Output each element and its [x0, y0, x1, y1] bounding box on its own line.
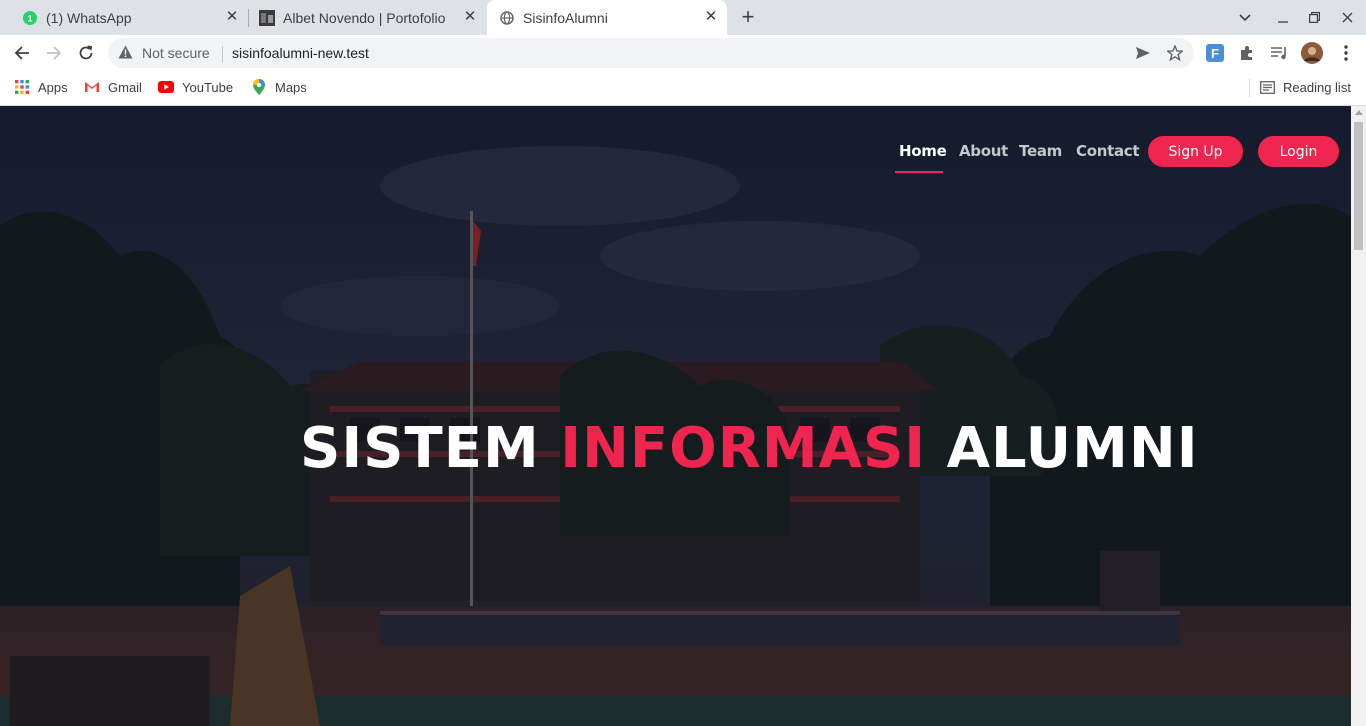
bookmark-label: Maps	[275, 79, 307, 95]
nav-contact[interactable]: Contact	[1076, 142, 1140, 160]
tab-title: SisinfoAlumni	[523, 9, 608, 26]
nav-about[interactable]: About	[959, 142, 1008, 160]
bookmark-apps[interactable]: Apps	[14, 79, 68, 95]
hero-section: Home About Team Contact Sign Up Login SI…	[0, 106, 1351, 726]
reading-list-button[interactable]: Reading list	[1259, 79, 1351, 95]
bookmarks-divider	[1249, 79, 1250, 97]
scroll-up-arrow-icon[interactable]	[1355, 110, 1363, 115]
media-queue-icon[interactable]	[1267, 41, 1291, 65]
reading-list-label: Reading list	[1283, 79, 1351, 95]
close-tab-icon[interactable]: ✕	[462, 9, 478, 25]
warning-icon[interactable]	[118, 45, 133, 64]
profile-avatar[interactable]	[1300, 41, 1324, 65]
reading-list-icon	[1259, 79, 1275, 95]
nav-team[interactable]: Team	[1019, 142, 1062, 160]
close-tab-icon[interactable]: ✕	[224, 9, 240, 25]
portfolio-favicon-icon	[259, 9, 275, 26]
extensions-puzzle-icon[interactable]	[1235, 41, 1259, 65]
reload-icon[interactable]	[72, 39, 100, 67]
hero-title: SISTEM INFORMASI ALUMNI	[300, 417, 1199, 481]
security-status[interactable]: Not secure	[142, 45, 210, 61]
login-button[interactable]: Login	[1258, 136, 1339, 167]
gmail-icon	[84, 79, 100, 95]
forward-icon[interactable]	[40, 39, 68, 67]
maps-pin-icon	[251, 79, 267, 95]
send-to-device-icon[interactable]	[1135, 45, 1151, 66]
bookmark-star-icon[interactable]	[1165, 44, 1185, 66]
scrollbar-thumb[interactable]	[1354, 122, 1363, 250]
tab-title: Albet Novendo | Portofolio	[283, 9, 446, 26]
nav-active-underline	[895, 171, 943, 173]
menu-kebab-icon[interactable]	[1334, 41, 1358, 65]
bookmarks-bar: Apps Gmail YouTube Maps Reading list	[0, 71, 1366, 106]
browser-toolbar: Not secure sisinfoalumni-new.test F	[0, 35, 1366, 71]
close-tab-icon[interactable]: ✕	[703, 9, 719, 25]
globe-icon	[499, 10, 515, 26]
tab-search-icon[interactable]	[1228, 0, 1261, 35]
apps-grid-icon	[14, 79, 30, 95]
url-text[interactable]: sisinfoalumni-new.test	[232, 45, 369, 61]
new-tab-button[interactable]: +	[735, 4, 761, 30]
svg-text:F: F	[1211, 46, 1219, 61]
close-window-icon[interactable]	[1331, 0, 1364, 35]
page-scrollbar[interactable]	[1351, 106, 1366, 726]
extension-f-icon[interactable]: F	[1203, 41, 1227, 65]
tab-whatsapp[interactable]: 1 (1) WhatsApp ✕	[8, 0, 248, 35]
hero-title-part1: SISTEM	[300, 416, 540, 481]
bookmark-label: Apps	[38, 79, 68, 95]
bookmark-label: Gmail	[108, 79, 142, 95]
restore-icon[interactable]	[1298, 0, 1331, 35]
bookmark-maps[interactable]: Maps	[251, 79, 307, 95]
omnibox-divider	[222, 46, 223, 62]
whatsapp-icon: 1	[22, 10, 38, 26]
tab-portofolio[interactable]: Albet Novendo | Portofolio ✕	[249, 0, 486, 35]
nav-home[interactable]: Home	[899, 142, 947, 160]
bookmark-youtube[interactable]: YouTube	[158, 79, 233, 95]
hero-title-accent: INFORMASI	[560, 416, 927, 481]
minimize-icon[interactable]	[1266, 0, 1299, 35]
youtube-icon	[158, 79, 174, 95]
signup-button[interactable]: Sign Up	[1148, 136, 1243, 167]
bookmark-label: YouTube	[182, 79, 234, 95]
tab-strip: 1 (1) WhatsApp ✕ Albet Novendo | Portofo…	[0, 0, 1366, 35]
tab-title: (1) WhatsApp	[46, 9, 132, 26]
omnibox[interactable]: Not secure sisinfoalumni-new.test	[108, 38, 1194, 68]
tab-sisinfoalumni[interactable]: SisinfoAlumni ✕	[487, 0, 727, 35]
hero-title-part3: ALUMNI	[946, 416, 1199, 481]
back-icon[interactable]	[8, 39, 36, 67]
svg-text:1: 1	[27, 13, 32, 23]
bookmark-gmail[interactable]: Gmail	[84, 79, 142, 95]
